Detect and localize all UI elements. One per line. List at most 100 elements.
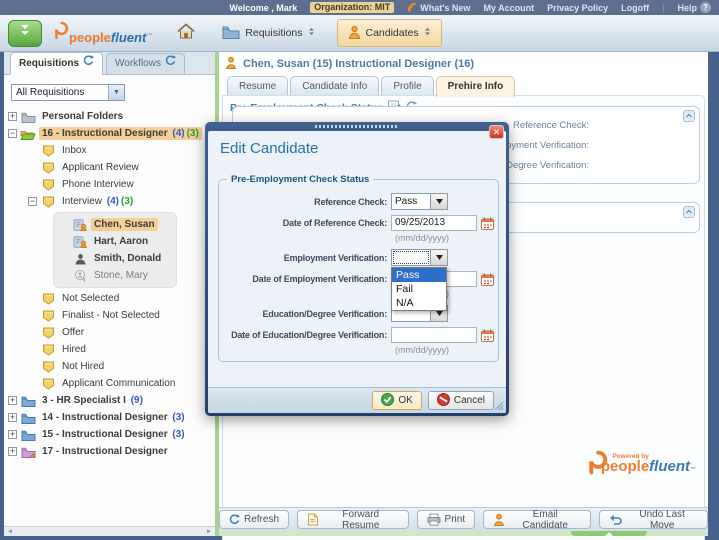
undo-last-move-button[interactable]: Undo Last Move xyxy=(599,510,708,529)
tab-profile[interactable]: Profile xyxy=(381,76,433,96)
email-candidate-button[interactable]: Email Candidate xyxy=(483,510,591,529)
window-frame-right xyxy=(708,52,719,540)
collapse-panel-icon[interactable] xyxy=(683,206,695,218)
tree-item-16-instructional-designer[interactable]: −16 - Instructional Designer (4)(3) xyxy=(4,125,215,142)
tree-item-label: Offer xyxy=(59,326,87,339)
tree-item-hired[interactable]: +Hired xyxy=(4,341,215,358)
tab-resume[interactable]: Resume xyxy=(227,76,288,96)
print-button[interactable]: Print xyxy=(417,510,476,529)
help-link[interactable]: Help ? xyxy=(677,2,711,13)
option-fail[interactable]: Fail xyxy=(392,282,446,296)
tree-item-applicant-communication[interactable]: +Applicant Communication xyxy=(4,375,215,392)
tree-item-label: Chen, Susan xyxy=(91,218,158,231)
dialog-drag-handle[interactable] xyxy=(315,125,399,128)
button-label: Email Candidate xyxy=(509,509,581,531)
home-button[interactable] xyxy=(172,20,200,47)
calendar-icon[interactable] xyxy=(481,329,494,342)
nav-requisitions-menu[interactable]: Requisitions xyxy=(212,19,324,47)
privacy-policy-link[interactable]: Privacy Policy xyxy=(547,3,608,13)
menu-updown-icon xyxy=(308,27,315,39)
pre-employment-fieldset: Pre-Employment Check Status Reference Ch… xyxy=(218,174,499,362)
tab-workflows[interactable]: Workflows xyxy=(106,53,185,74)
tree-item-hart-aaron[interactable]: +Hart, Aaron xyxy=(56,233,174,250)
tree-item-14-instructional-designer[interactable]: +14 - Instructional Designer (3) xyxy=(4,409,215,426)
reference-check-label: Reference Check: xyxy=(221,197,391,207)
person-icon xyxy=(225,56,237,72)
button-label: Print xyxy=(445,514,466,525)
tree-item-17-instructional-designer[interactable]: +17 - Instructional Designer xyxy=(4,443,215,460)
count-green: (3) xyxy=(121,196,133,207)
tree-item-label: Applicant Review xyxy=(59,161,142,174)
powered-by-logo: Powered by peoplefluent™ xyxy=(588,450,696,480)
tree-item-smith-donald[interactable]: +Smith, Donald xyxy=(56,250,174,267)
dialog-footer: OK Cancel xyxy=(208,387,506,413)
tree-item-not-selected[interactable]: +Not Selected xyxy=(4,290,215,307)
collapse-expander-icon[interactable]: − xyxy=(28,197,37,206)
dropdown-button-icon[interactable] xyxy=(431,249,448,266)
expand-expander-icon[interactable]: + xyxy=(8,413,17,422)
double-chevron-down-icon xyxy=(17,23,33,43)
refresh-icon[interactable] xyxy=(165,54,176,74)
stage-icon xyxy=(40,179,56,191)
tab-prehire-info[interactable]: Prehire Info xyxy=(436,76,516,97)
tree-item-applicant-review[interactable]: +Applicant Review xyxy=(4,159,215,176)
tree-item-stone-mary[interactable]: +Stone, Mary xyxy=(56,267,174,284)
tree-item-3-hr-specialist-i[interactable]: +3 - HR Specialist I (9) xyxy=(4,392,215,409)
expand-expander-icon[interactable]: + xyxy=(8,396,17,405)
tab-requisitions[interactable]: Requisitions xyxy=(10,52,103,75)
home-icon xyxy=(177,23,195,44)
expand-expander-icon[interactable]: + xyxy=(8,447,17,456)
scroll-left-arrow[interactable]: ◄ xyxy=(7,529,13,535)
whats-new-link[interactable]: What's New xyxy=(407,2,470,14)
tab-candidate-info[interactable]: Candidate Info xyxy=(290,76,379,96)
expand-expander-icon[interactable]: + xyxy=(8,112,17,121)
tree-item-interview[interactable]: −Interview (4)(3) xyxy=(4,193,215,210)
scroll-right-arrow[interactable]: ► xyxy=(206,529,212,535)
date-of-employment-verification-label: Date of Employment Verification: xyxy=(221,274,391,284)
tree-item-label: Hart, Aaron xyxy=(91,235,151,248)
menu-updown-icon xyxy=(424,27,431,39)
requisition-filter-select[interactable]: All Requisitions ▼ xyxy=(11,84,125,101)
ok-button[interactable]: OK xyxy=(372,391,421,410)
tree-item-label: 3 - HR Specialist I (9) xyxy=(39,394,146,407)
tree-item-15-instructional-designer[interactable]: +15 - Instructional Designer (3) xyxy=(4,426,215,443)
expand-expander-icon[interactable]: + xyxy=(8,430,17,439)
refresh-icon[interactable] xyxy=(83,54,94,74)
tree-item-label: Inbox xyxy=(59,144,89,157)
calendar-icon[interactable] xyxy=(481,273,494,286)
folder-pink-icon xyxy=(20,446,36,458)
option-n-a[interactable]: N/A xyxy=(392,296,446,310)
tree-item-offer[interactable]: +Offer xyxy=(4,324,215,341)
my-account-link[interactable]: My Account xyxy=(483,3,534,13)
candidate-header: Chen, Susan (15) Instructional Designer … xyxy=(225,56,474,72)
cancel-button[interactable]: Cancel xyxy=(428,391,494,410)
tree-item-inbox[interactable]: +Inbox xyxy=(4,142,215,159)
employment-verification-select[interactable]: PassFailN/A xyxy=(391,249,448,266)
reference-check-select[interactable]: Pass xyxy=(391,193,448,210)
logoff-link[interactable]: Logoff xyxy=(621,3,649,13)
tree-item-personal-folders[interactable]: +Personal Folders xyxy=(4,108,215,125)
tree-item-not-hired[interactable]: +Not Hired xyxy=(4,358,215,375)
folder-blue-icon xyxy=(20,412,36,424)
close-icon[interactable]: ✕ xyxy=(489,125,504,139)
tree-item-phone-interview[interactable]: +Phone Interview xyxy=(4,176,215,193)
collapse-expander-icon[interactable]: − xyxy=(8,129,17,138)
quick-launch-button[interactable] xyxy=(8,20,42,47)
dropdown-button-icon[interactable] xyxy=(431,193,448,210)
date-of-education-degree-verification-input[interactable] xyxy=(391,327,477,343)
edit-candidate-dialog: ✕ Edit Candidate Pre-Employment Check St… xyxy=(205,122,509,416)
date-of-reference-check-input[interactable]: 09/25/2013 xyxy=(391,215,477,231)
refresh-button[interactable]: Refresh xyxy=(219,510,289,529)
sidebar-horizontal-scrollbar[interactable]: ◄ ► xyxy=(4,526,215,536)
collapse-panel-icon[interactable] xyxy=(683,110,695,122)
nav-candidates-menu[interactable]: Candidates xyxy=(337,19,442,47)
option-pass[interactable]: Pass xyxy=(392,268,446,282)
tree-item-chen-susan[interactable]: +Chen, Susan xyxy=(56,216,174,233)
calendar-icon[interactable] xyxy=(481,217,494,230)
forward-resume-button[interactable]: Forward Resume xyxy=(297,510,409,529)
tree-item-finalist-not-selected[interactable]: +Finalist - Not Selected xyxy=(4,307,215,324)
collapse-handle[interactable] xyxy=(571,531,647,536)
resize-grip-icon[interactable] xyxy=(494,401,504,411)
app-window: Welcome , Mark Organization: MIT What's … xyxy=(0,0,719,540)
dialog-form: Reference Check:PassDate of Reference Ch… xyxy=(221,193,494,355)
